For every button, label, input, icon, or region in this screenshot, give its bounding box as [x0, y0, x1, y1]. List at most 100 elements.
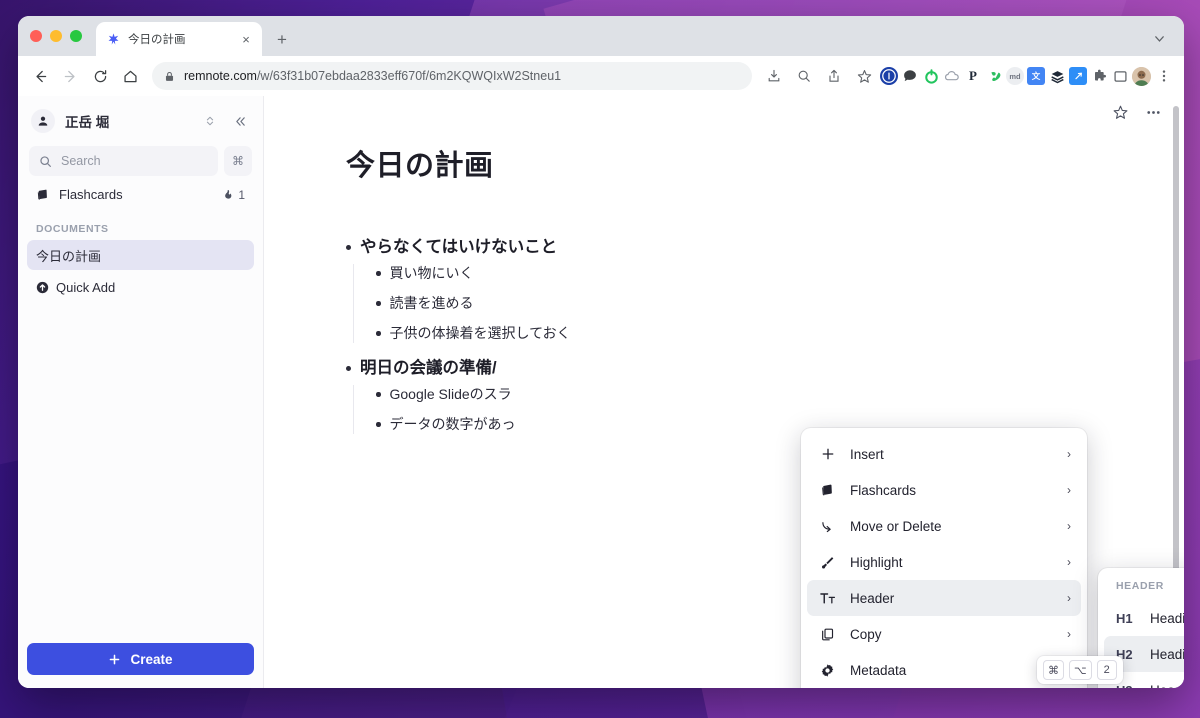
- sidebar-item-flashcards[interactable]: Flashcards 1: [27, 179, 254, 210]
- minimize-window-button[interactable]: [50, 30, 62, 42]
- evernote-extension-icon[interactable]: [985, 67, 1003, 85]
- profile-avatar-icon[interactable]: [1132, 66, 1151, 86]
- forward-arrow-icon[interactable]: [56, 62, 84, 90]
- bullet-icon: [376, 331, 381, 336]
- context-menu-item-header[interactable]: Header ›: [807, 580, 1081, 616]
- tab-search-chevron-icon[interactable]: [1148, 27, 1170, 49]
- address-bar[interactable]: remnote.com/w/63f31b07ebdaa2833eff670f/6…: [152, 62, 752, 90]
- submenu-label: Heading 1: [1150, 610, 1184, 626]
- paypal-extension-icon[interactable]: P: [964, 67, 982, 85]
- double-chevron-left-icon[interactable]: [230, 111, 250, 131]
- circle-arrow-up-icon: [36, 281, 49, 294]
- context-menu-item-move-or-delete[interactable]: Move or Delete ›: [807, 508, 1081, 544]
- h1-icon: H1: [1116, 610, 1133, 626]
- back-arrow-icon[interactable]: [26, 62, 54, 90]
- document-body: 今日の計画 やらなくてはいけないこと 買い物にいく 読書を進める 子供の体操着を…: [264, 96, 1184, 434]
- chat-bubble-extension-icon[interactable]: [901, 67, 919, 85]
- submenu-item-heading-1[interactable]: H1 Heading 1 h1: [1104, 600, 1184, 636]
- layers-extension-icon[interactable]: [1048, 67, 1066, 85]
- zoom-search-icon[interactable]: [790, 62, 818, 90]
- keycap-command: ⌘: [1043, 660, 1064, 680]
- chevron-updown-icon[interactable]: [200, 111, 220, 131]
- browser-tab[interactable]: 今日の計画 ×: [96, 22, 262, 56]
- copy-icon: [819, 627, 836, 642]
- bullet-icon: [346, 366, 351, 371]
- outline-item-level2[interactable]: 読書を進める: [376, 294, 1184, 313]
- chevron-right-icon: ›: [1067, 483, 1071, 497]
- person-icon: [31, 109, 55, 133]
- sidebar-document-item[interactable]: 今日の計画: [27, 240, 254, 270]
- tab-close-icon[interactable]: ×: [238, 31, 254, 47]
- sidebar-item-quick-add[interactable]: Quick Add: [27, 272, 254, 302]
- 1password-extension-icon[interactable]: [880, 67, 898, 85]
- plus-icon: [819, 447, 836, 461]
- search-input[interactable]: Search: [29, 146, 218, 176]
- context-menu-item-insert[interactable]: Insert ›: [807, 436, 1081, 472]
- page-title[interactable]: 今日の計画: [346, 142, 1184, 184]
- plus-icon: [108, 653, 121, 666]
- outline-item-level2[interactable]: Google Slideのスラ: [376, 385, 1184, 404]
- bullet-icon: [376, 392, 381, 397]
- lock-icon: [164, 71, 175, 82]
- cloud-extension-icon[interactable]: [943, 67, 961, 85]
- install-app-icon[interactable]: [760, 62, 788, 90]
- blue-arrow-extension-icon[interactable]: [1069, 67, 1087, 85]
- translate-extension-icon[interactable]: 文: [1027, 67, 1045, 85]
- context-menu-item-flashcards[interactable]: Flashcards ›: [807, 472, 1081, 508]
- context-menu-item-highlight[interactable]: Highlight ›: [807, 544, 1081, 580]
- document-header-actions: [1112, 104, 1162, 121]
- new-tab-button[interactable]: +: [268, 25, 296, 53]
- context-menu-label: Header: [850, 590, 895, 606]
- bullet-icon: [376, 271, 381, 276]
- outline-item-level1[interactable]: 明日の会議の準備/: [346, 357, 1184, 379]
- outline-item-text: 明日の会議の準備/: [360, 359, 497, 377]
- home-icon[interactable]: [116, 62, 144, 90]
- chevron-right-icon: ›: [1067, 591, 1071, 605]
- outline-item-level2[interactable]: 買い物にいく: [376, 264, 1184, 283]
- outline-item-text: データの数字があっ: [389, 416, 516, 432]
- puzzle-extensions-menu-icon[interactable]: [1090, 67, 1108, 85]
- gear-icon: [819, 663, 836, 678]
- context-menu-label: Copy: [850, 626, 882, 642]
- outline-group: やらなくてはいけないこと 買い物にいく 読書を進める 子供の体操着を選択しておく: [346, 236, 1184, 343]
- context-menu-label: Insert: [850, 446, 884, 462]
- sidebar-user-row[interactable]: 正岳 堀: [27, 96, 254, 144]
- bullet-icon: [376, 301, 381, 306]
- chevron-right-icon: ›: [1067, 519, 1071, 533]
- outline-children: 買い物にいく 読書を進める 子供の体操着を選択しておく: [353, 264, 1184, 343]
- url-host: remnote.com: [184, 69, 257, 83]
- search-placeholder: Search: [61, 154, 101, 168]
- keycap-two: 2: [1096, 660, 1117, 680]
- sidepanel-toggle-icon[interactable]: [1111, 67, 1129, 85]
- close-window-button[interactable]: [30, 30, 42, 42]
- flashcards-icon: [819, 483, 836, 498]
- keycap-option: ⌥: [1069, 660, 1092, 680]
- reload-icon[interactable]: [86, 62, 114, 90]
- outline-item-level1[interactable]: やらなくてはいけないこと: [346, 236, 1184, 258]
- outline-children: Google Slideのスラ データの数字があっ: [353, 385, 1184, 434]
- markdown-extension-icon[interactable]: md: [1006, 67, 1024, 85]
- search-shortcut-key[interactable]: ⌘: [224, 146, 252, 176]
- share-icon[interactable]: [820, 62, 848, 90]
- create-button[interactable]: Create: [27, 643, 254, 675]
- chrome-menu-kebab-icon[interactable]: [1154, 62, 1174, 90]
- bookmark-star-icon[interactable]: [850, 62, 878, 90]
- maximize-window-button[interactable]: [70, 30, 82, 42]
- context-menu: Insert › Flashcards › Move or Delete › H…: [801, 428, 1087, 688]
- outline-item-level2[interactable]: 子供の体操着を選択しておく: [376, 324, 1184, 343]
- favorite-star-icon[interactable]: [1112, 104, 1129, 121]
- extensions-row: P md 文: [880, 62, 1174, 90]
- browser-window: 今日の計画 × + remnote.com/w/63f31b07ebdaa283…: [18, 16, 1184, 688]
- context-menu-label: Flashcards: [850, 482, 917, 498]
- green-circle-extension-icon[interactable]: [922, 67, 940, 85]
- more-options-icon[interactable]: [1145, 104, 1162, 121]
- move-arrow-icon: [819, 519, 836, 534]
- sidebar: 正岳 堀 Search ⌘ Flashcards 1 DOCUMENTS 今日の…: [18, 96, 264, 688]
- outline-item-text: やらなくてはいけないこと: [360, 238, 558, 256]
- browser-toolbar: remnote.com/w/63f31b07ebdaa2833eff670f/6…: [18, 56, 1184, 96]
- context-menu-item-copy[interactable]: Copy ›: [807, 616, 1081, 652]
- tab-title: 今日の計画: [128, 34, 186, 46]
- brush-icon: [819, 555, 836, 570]
- address-bar-url: remnote.com/w/63f31b07ebdaa2833eff670f/6…: [184, 69, 561, 83]
- remnote-favicon-icon: [106, 32, 121, 47]
